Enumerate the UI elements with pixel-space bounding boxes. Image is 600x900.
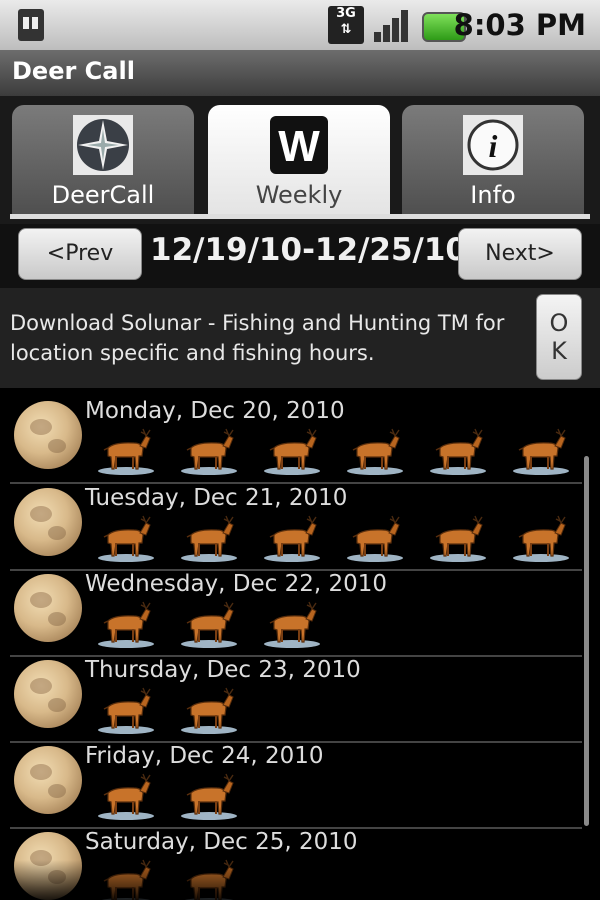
list-item[interactable]: Wednesday, Dec 22, 2010 [10, 569, 582, 657]
prev-week-button[interactable]: <Prev [18, 228, 142, 280]
svg-text:W: W [278, 122, 320, 171]
tab-info-label: Info [470, 181, 516, 209]
deer-icon [177, 426, 241, 476]
deer-icon [94, 426, 158, 476]
deer-icon [94, 513, 158, 563]
deer-icon [426, 513, 490, 563]
tab-deercall-label: DeerCall [51, 181, 155, 209]
deer-icon [343, 426, 407, 476]
ok-button-label: O K [549, 309, 569, 365]
promo-banner: Download Solunar - Fishing and Hunting T… [0, 288, 600, 388]
day-label: Wednesday, Dec 22, 2010 [85, 571, 388, 597]
deer-icon [260, 513, 324, 563]
moon-phase-icon [10, 657, 86, 733]
moon-phase-icon [10, 743, 86, 819]
week-range: 12/19/10-12/25/10 [150, 232, 467, 268]
moon-phase-icon [10, 398, 86, 474]
network-3g-icon: 3G ⇅ [328, 6, 364, 44]
signal-strength-icon [374, 10, 408, 42]
promo-text: Download Solunar - Fishing and Hunting T… [10, 311, 505, 365]
moon-phase-icon [10, 571, 86, 647]
day-label: Monday, Dec 20, 2010 [85, 398, 345, 424]
day-label: Saturday, Dec 25, 2010 [85, 829, 358, 855]
deer-icon [94, 771, 158, 821]
status-time: 8:03 PM [453, 8, 586, 42]
next-week-button[interactable]: Next> [458, 228, 582, 280]
tab-bar: DeerCall W Weekly i Info [0, 96, 600, 224]
deer-icon [343, 513, 407, 563]
list-item[interactable]: Thursday, Dec 23, 2010 [10, 655, 582, 743]
day-label: Tuesday, Dec 21, 2010 [85, 485, 348, 511]
w-letter-icon: W [270, 116, 328, 174]
deer-icon [177, 685, 241, 735]
tab-weekly-label: Weekly [255, 181, 343, 209]
tab-deercall[interactable]: DeerCall [12, 105, 194, 217]
day-label: Friday, Dec 24, 2010 [85, 743, 324, 769]
app-title-bar: Deer Call [0, 50, 600, 97]
deer-icon [426, 426, 490, 476]
list-item[interactable]: Tuesday, Dec 21, 2010 [10, 483, 582, 571]
svg-text:i: i [489, 128, 498, 164]
deer-icon [94, 685, 158, 735]
deer-icon [260, 426, 324, 476]
deer-icon [509, 426, 573, 476]
deer-icon [177, 771, 241, 821]
list-fade [0, 860, 600, 900]
scrollbar[interactable] [584, 456, 589, 826]
app-title: Deer Call [12, 57, 135, 85]
tab-info[interactable]: i Info [402, 105, 584, 217]
deer-icon [260, 599, 324, 649]
day-label: Thursday, Dec 23, 2010 [85, 657, 361, 683]
info-icon: i [463, 115, 523, 175]
list-item[interactable]: Friday, Dec 24, 2010 [10, 741, 582, 829]
compass-rose-icon [73, 115, 133, 175]
list-item[interactable]: Monday, Dec 20, 2010 [10, 396, 582, 484]
moon-phase-icon [10, 485, 86, 561]
deer-icon [177, 599, 241, 649]
day-list: Monday, Dec 20, 2010 Tuesday, Dec 21, 20… [0, 396, 600, 900]
tab-underline [10, 214, 590, 219]
week-navigation: <Prev 12/19/10-12/25/10 Next> [0, 224, 600, 288]
deer-icon [177, 513, 241, 563]
ok-button[interactable]: O K [536, 294, 582, 380]
deer-icon [509, 513, 573, 563]
tab-weekly[interactable]: W Weekly [208, 105, 390, 217]
status-bar: 3G ⇅ 8:03 PM [0, 0, 600, 50]
sim-card-icon [18, 9, 44, 41]
deer-icon [94, 599, 158, 649]
